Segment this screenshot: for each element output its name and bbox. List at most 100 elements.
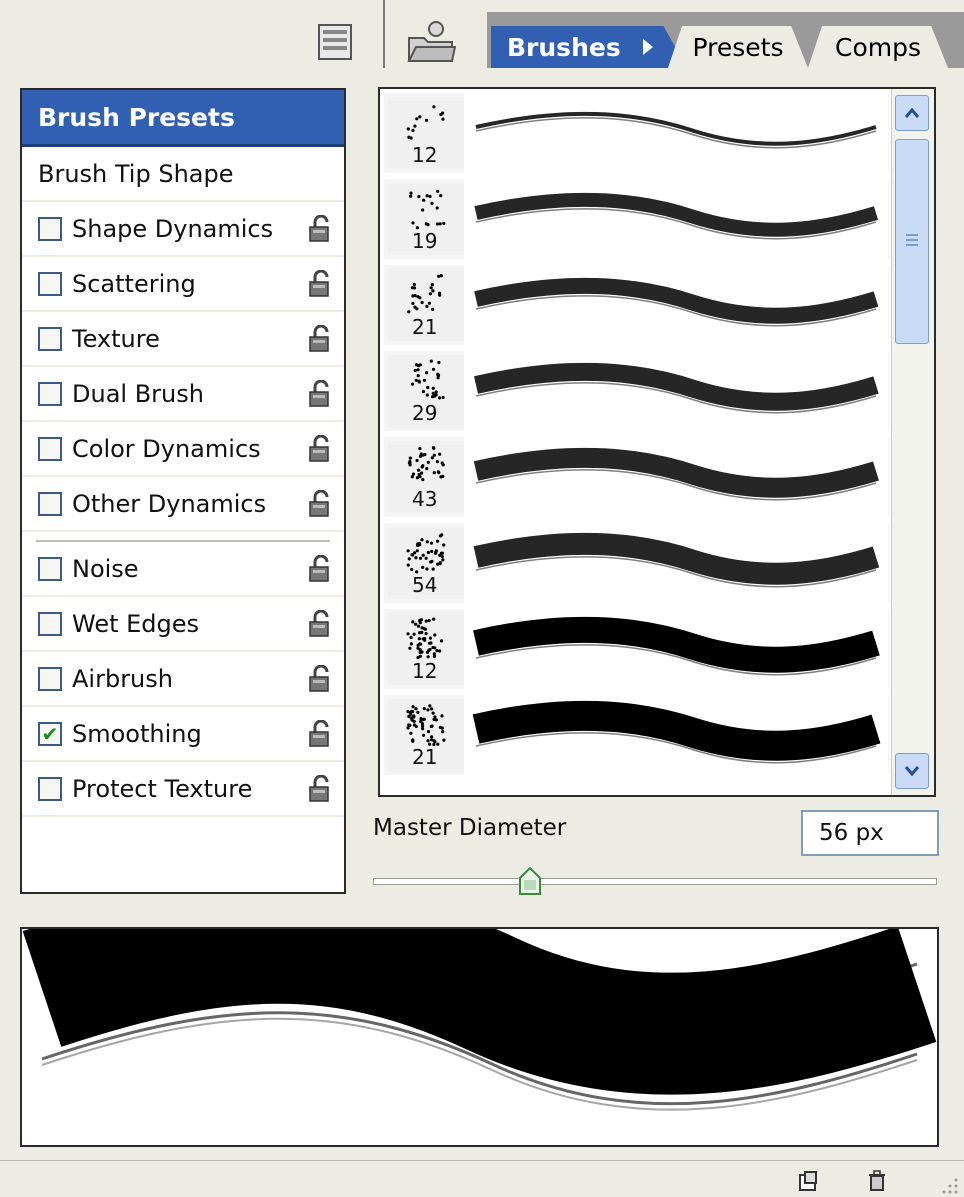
option-dual-brush[interactable]: Dual Brush — [22, 367, 344, 422]
checkbox[interactable] — [38, 216, 62, 241]
checkbox[interactable] — [38, 381, 62, 406]
scroll-up-button[interactable] — [895, 95, 929, 131]
master-diameter-input[interactable]: 56 px — [801, 810, 939, 856]
lock-icon[interactable] — [308, 490, 334, 518]
brush-preset-item[interactable]: 54 — [384, 523, 889, 603]
master-diameter-slider[interactable] — [373, 878, 937, 885]
option-other-dynamics[interactable]: Other Dynamics — [22, 477, 344, 532]
new-preset-icon[interactable] — [797, 1170, 819, 1192]
brush-stroke-sample — [464, 523, 888, 603]
tab-brushes[interactable]: Brushes — [491, 26, 687, 68]
tab-comps[interactable]: Comps — [808, 26, 948, 68]
lock-icon[interactable] — [308, 665, 334, 693]
brush-stroke-graphic — [472, 700, 881, 764]
tab-brushes-label: Brushes — [507, 32, 621, 62]
brush-thumbnail: 12 — [388, 97, 464, 169]
option-label: Other Dynamics — [72, 489, 267, 518]
tab-presets[interactable]: Presets — [668, 26, 808, 68]
brush-tip-shape-item[interactable]: Brush Tip Shape — [22, 147, 344, 202]
option-protect-texture[interactable]: Protect Texture — [22, 762, 344, 817]
option-label: Wet Edges — [72, 609, 200, 638]
checkbox[interactable] — [38, 556, 62, 581]
brush-preset-item[interactable]: 19 — [384, 179, 889, 259]
brush-thumbnail: 29 — [388, 355, 464, 427]
brush-presets-label: Brush Presets — [38, 102, 235, 132]
brush-list-scrollbar[interactable] — [891, 89, 934, 795]
brush-stroke-graphic — [473, 616, 880, 676]
option-shape-dynamics[interactable]: Shape Dynamics — [22, 202, 344, 257]
option-smoothing[interactable]: ✔ Smoothing — [22, 707, 344, 762]
lock-icon[interactable] — [308, 380, 334, 408]
chevron-down-icon — [904, 766, 920, 776]
options-divider — [36, 532, 330, 542]
option-noise[interactable]: Noise — [22, 542, 344, 597]
brush-stroke-sample — [464, 695, 888, 775]
checkbox[interactable] — [38, 666, 62, 691]
brush-preset-list[interactable]: 12 19 21 29 43 54 12 21 — [378, 87, 936, 797]
lock-icon[interactable] — [308, 555, 334, 583]
option-scattering[interactable]: Scattering — [22, 257, 344, 312]
option-color-dynamics[interactable]: Color Dynamics — [22, 422, 344, 477]
palette-well-icon[interactable] — [316, 22, 356, 62]
brush-size-label: 19 — [412, 229, 438, 253]
lock-icon[interactable] — [308, 325, 334, 353]
checkbox[interactable] — [38, 436, 62, 461]
option-label: Texture — [72, 324, 160, 353]
option-label: Dual Brush — [72, 379, 204, 408]
brush-preset-item[interactable]: 43 — [384, 437, 889, 517]
checkbox[interactable] — [38, 776, 62, 801]
option-label: Scattering — [72, 269, 196, 298]
tab-presets-label: Presets — [692, 32, 784, 62]
scroll-thumb[interactable] — [895, 139, 929, 344]
trash-icon[interactable] — [866, 1170, 888, 1192]
lock-icon[interactable] — [308, 775, 334, 803]
brush-preset-item[interactable]: 21 — [384, 265, 889, 345]
lock-icon[interactable] — [308, 720, 334, 748]
brush-preset-item[interactable]: 12 — [384, 609, 889, 689]
brush-preset-item[interactable]: 29 — [384, 351, 889, 431]
tab-arrow-icon — [642, 39, 653, 55]
brush-size-label: 54 — [412, 573, 438, 597]
scroll-down-button[interactable] — [895, 753, 929, 789]
brush-options-panel: Brush Presets Brush Tip Shape Shape Dyna… — [20, 88, 346, 894]
brush-stroke-graphic — [473, 447, 879, 501]
checkbox[interactable] — [38, 611, 62, 636]
lock-icon[interactable] — [308, 270, 334, 298]
option-wet-edges[interactable]: Wet Edges — [22, 597, 344, 652]
stroke-preview — [20, 881, 939, 1147]
tool-presets-folder-icon[interactable] — [406, 20, 456, 64]
lock-icon[interactable] — [308, 215, 334, 243]
brush-stroke-graphic — [473, 532, 880, 588]
brush-preset-item[interactable]: 12 — [384, 93, 889, 173]
brush-thumbnail: 21 — [388, 269, 464, 341]
resize-grip-icon[interactable] — [938, 1174, 960, 1196]
toolbar-divider — [383, 0, 385, 68]
brush-presets-header[interactable]: Brush Presets — [22, 90, 344, 147]
brush-tip-icon — [406, 617, 444, 660]
panel-bottom-bar — [0, 1160, 964, 1197]
option-label: Noise — [72, 554, 139, 583]
brush-tip-icon — [407, 274, 443, 314]
brush-tip-shape-label: Brush Tip Shape — [38, 159, 234, 188]
lock-icon[interactable] — [308, 435, 334, 463]
chevron-up-icon — [904, 108, 920, 118]
option-label: Color Dynamics — [72, 434, 261, 463]
checkbox[interactable] — [38, 491, 62, 516]
checkbox[interactable] — [38, 326, 62, 351]
option-texture[interactable]: Texture — [22, 312, 344, 367]
checkbox[interactable]: ✔ — [38, 721, 62, 746]
brush-stroke-sample — [464, 437, 888, 517]
brush-size-label: 21 — [412, 745, 438, 769]
stroke-preview-graphic — [22, 881, 937, 1111]
brush-thumbnail: 12 — [388, 613, 464, 685]
option-airbrush[interactable]: Airbrush — [22, 652, 344, 707]
checkbox[interactable] — [38, 271, 62, 296]
option-label: Shape Dynamics — [72, 214, 274, 243]
brush-tip-icon — [409, 189, 446, 230]
option-label: Protect Texture — [72, 774, 253, 803]
brush-size-label: 21 — [412, 315, 438, 339]
brush-preset-item[interactable]: 21 — [384, 695, 889, 775]
checkmark-icon: ✔ — [41, 721, 59, 746]
slider-thumb-icon[interactable] — [518, 866, 542, 896]
lock-icon[interactable] — [308, 610, 334, 638]
